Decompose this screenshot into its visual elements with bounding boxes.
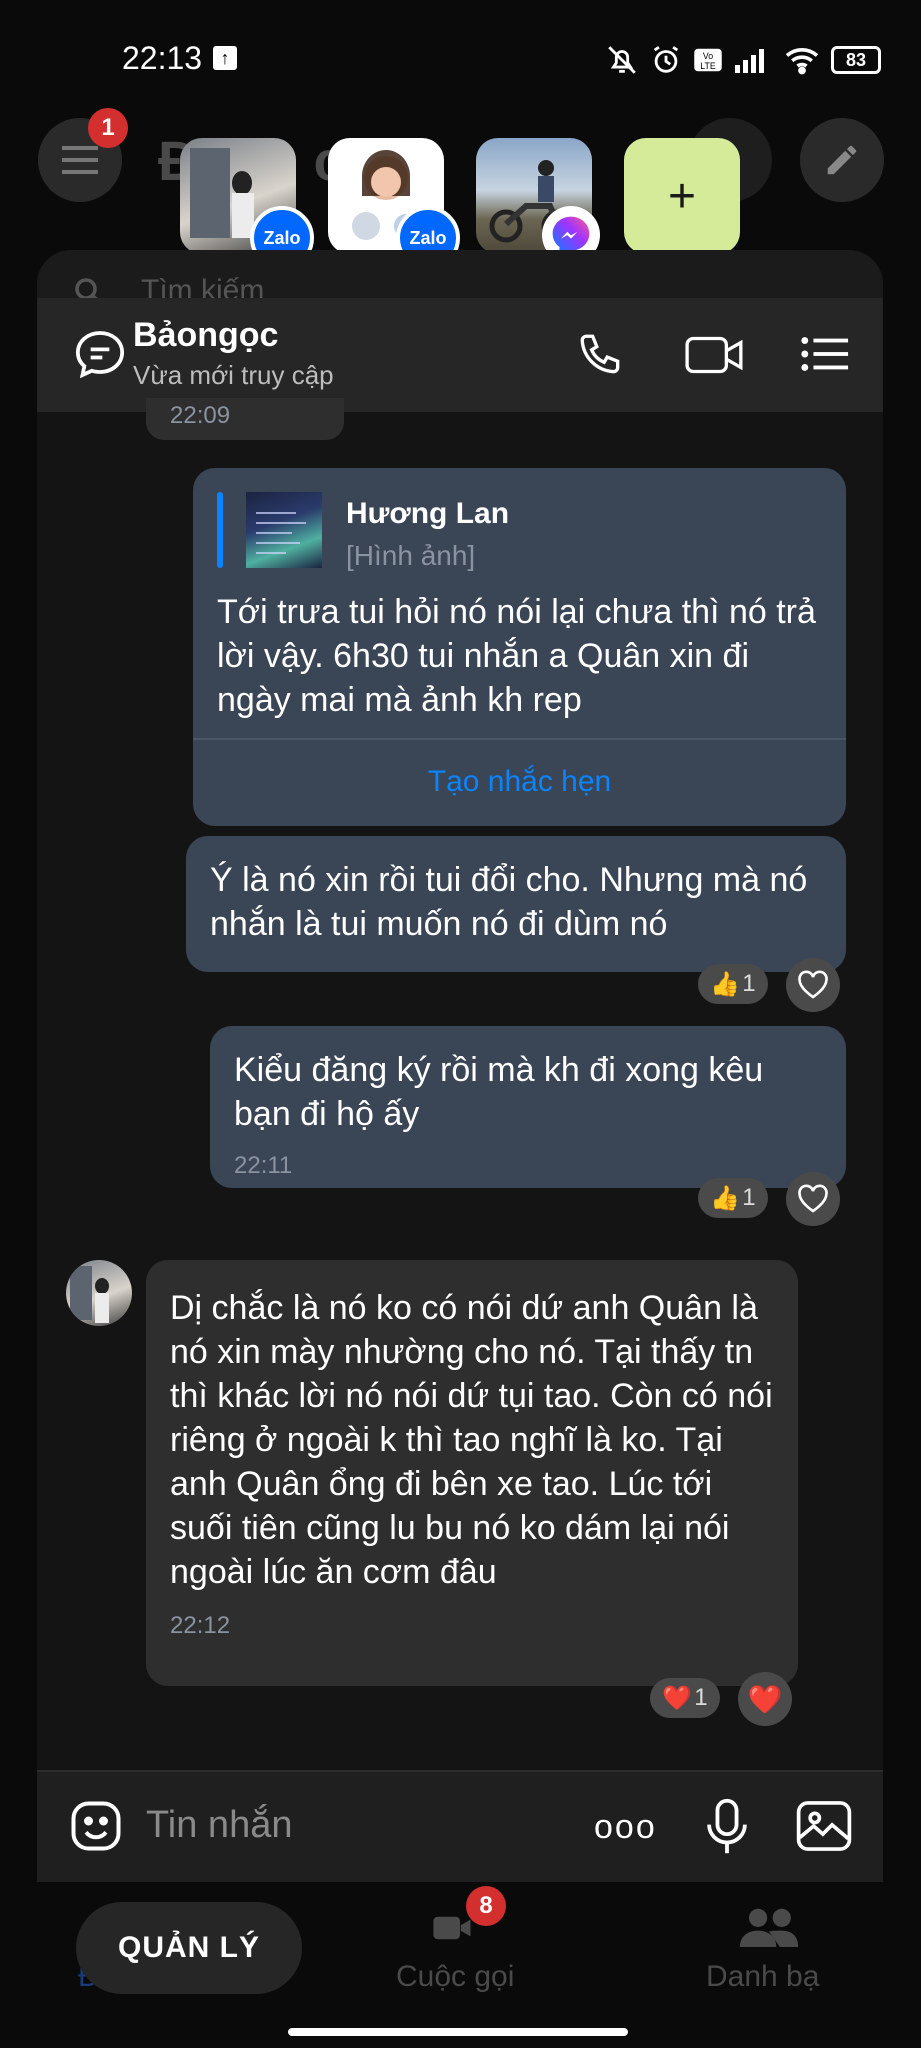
emoji-button[interactable] xyxy=(66,1796,126,1861)
svg-text:LTE: LTE xyxy=(700,61,716,71)
react-button[interactable] xyxy=(786,1172,840,1226)
message-bubble-outgoing[interactable]: Ý là nó xin rồi tui đổi cho. Nhưng mà nó… xyxy=(186,836,846,972)
heart-outline-icon xyxy=(798,1184,828,1213)
image-button[interactable] xyxy=(794,1798,854,1859)
react-button[interactable] xyxy=(786,958,840,1012)
reaction-count: 1 xyxy=(694,1684,708,1711)
divider xyxy=(193,738,846,740)
reaction-badge[interactable]: ❤️ 1 xyxy=(650,1678,720,1718)
add-chat-head-button[interactable]: + xyxy=(624,138,740,254)
svg-text:Vo: Vo xyxy=(703,51,713,61)
voice-button[interactable] xyxy=(702,1796,752,1863)
list-icon xyxy=(801,337,849,371)
message-time: 22:12 xyxy=(170,1612,231,1639)
phone-icon xyxy=(580,334,620,374)
manage-button[interactable]: QUẢN LÝ xyxy=(76,1902,302,1994)
reaction-count: 1 xyxy=(742,970,756,997)
chat-bubble-icon[interactable] xyxy=(72,326,132,386)
bell-off-icon xyxy=(608,46,636,74)
status-time: 22:13 xyxy=(122,40,203,76)
message-text: Kiểu đăng ký rồi mà kh đi xong kêu bạn đ… xyxy=(234,1051,764,1133)
thumbs-up-icon: 👍 xyxy=(710,970,741,998)
reaction-count: 1 xyxy=(742,1184,756,1211)
quote-thumbnail xyxy=(246,492,322,568)
message-bubble-partial: 22:09 xyxy=(146,398,344,440)
alarm-icon xyxy=(653,46,679,73)
nav-item-contacts[interactable]: Danh bạ xyxy=(706,1960,819,1994)
quote-type: [Hình ảnh] xyxy=(346,540,476,571)
volte-icon: VoLTE xyxy=(694,48,722,72)
reaction-badge[interactable]: 👍 1 xyxy=(698,964,768,1004)
menu-icon xyxy=(62,146,98,174)
chat-options-button[interactable] xyxy=(800,334,850,379)
heart-icon: ❤️ xyxy=(747,1683,783,1715)
status-icons: Vo LTE 83 xyxy=(605,40,881,80)
upload-icon: ↑ xyxy=(213,46,237,70)
create-reminder-link[interactable]: Tạo nhắc hẹn xyxy=(193,760,846,804)
video-icon xyxy=(685,336,743,374)
reaction-badge[interactable]: 👍 1 xyxy=(698,1178,768,1218)
pencil-icon xyxy=(827,145,857,175)
menu-badge: 1 xyxy=(88,108,128,148)
home-indicator[interactable] xyxy=(288,2028,628,2036)
call-button[interactable] xyxy=(576,330,626,385)
message-text: Dị chắc là nó ko có nói dứ anh Quân là n… xyxy=(170,1289,773,1591)
message-bubble-outgoing[interactable]: Kiểu đăng ký rồi mà kh đi xong kêu bạn đ… xyxy=(210,1026,846,1188)
contact-name[interactable]: Bảongọc xyxy=(133,316,278,355)
avatar[interactable] xyxy=(66,1260,132,1326)
sticker-icon xyxy=(71,1801,121,1851)
quote-bar xyxy=(217,492,223,568)
message-text: Tới trưa tui hỏi nó nói lại chưa thì nó … xyxy=(217,593,816,719)
thumbs-up-icon: 👍 xyxy=(710,1184,741,1212)
battery-indicator: 83 xyxy=(831,46,881,74)
nav-item-calls[interactable]: Cuộc gọi xyxy=(396,1960,514,1994)
quote-author: Hương Lan xyxy=(346,497,510,530)
calls-badge: 8 xyxy=(466,1886,506,1926)
contacts-icon xyxy=(738,1904,800,1955)
message-bubble-outgoing[interactable]: Hương Lan [Hình ảnh] Tới trưa tui hỏi nó… xyxy=(193,468,846,826)
more-options-icon[interactable]: ooo xyxy=(594,1808,657,1847)
signal-icon xyxy=(735,49,764,73)
react-button[interactable]: ❤️ xyxy=(738,1672,792,1726)
message-text: Ý là nó xin rồi tui đổi cho. Nhưng mà nó… xyxy=(210,861,808,943)
microphone-icon xyxy=(707,1798,747,1854)
heart-outline-icon xyxy=(798,970,828,999)
wifi-icon xyxy=(785,48,819,75)
contact-status: Vừa mới truy cập xyxy=(133,360,334,390)
message-bubble-incoming[interactable]: Dị chắc là nó ko có nói dứ anh Quân là n… xyxy=(146,1260,798,1686)
heart-icon: ❤️ xyxy=(662,1684,693,1712)
message-time: 22:09 xyxy=(170,402,231,429)
compose-button[interactable] xyxy=(800,118,884,202)
image-icon xyxy=(796,1801,852,1851)
message-input[interactable]: Tin nhắn xyxy=(146,1804,292,1847)
video-call-button[interactable] xyxy=(684,332,746,383)
